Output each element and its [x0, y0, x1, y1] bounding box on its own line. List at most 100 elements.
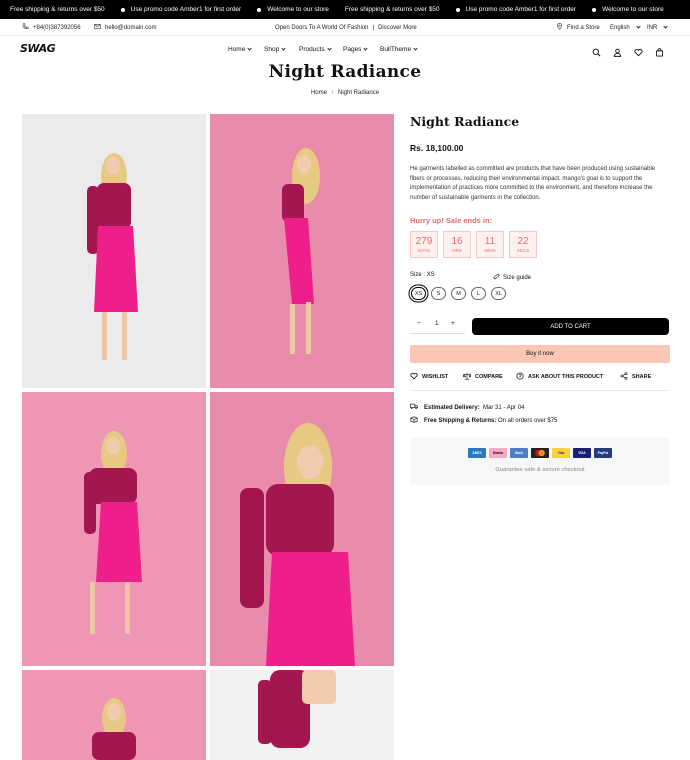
chevron-down-icon	[413, 45, 418, 51]
find-store-label: Find a Store	[567, 24, 600, 31]
page-title: Night Radiance	[268, 62, 422, 82]
heart-icon	[410, 372, 418, 382]
phone-icon	[22, 23, 29, 32]
nav-shop[interactable]: Shop	[264, 44, 286, 54]
size-option-s[interactable]: S	[431, 287, 446, 300]
nav-pages[interactable]: Pages	[343, 44, 369, 54]
product-image-2[interactable]	[210, 114, 394, 388]
ruler-icon	[493, 273, 500, 282]
promo-text: Open Doors To A World Of Fashion	[275, 24, 369, 31]
estimated-delivery: Estimated Delivery: Mar 31 - Apr 04	[410, 403, 524, 412]
qty-minus-button[interactable]: −	[417, 320, 421, 327]
language-value: English	[610, 24, 630, 31]
email-address: hello@domain.com	[105, 24, 157, 31]
discover-more-link[interactable]: Discover More	[378, 25, 417, 31]
qty-input[interactable]: 1	[435, 320, 439, 327]
account-icon[interactable]	[613, 44, 622, 57]
utility-bar: +84(0)387392056 hello@domain.com Open Do…	[0, 19, 690, 36]
chevron-down-icon	[363, 45, 369, 51]
bank-card-icon: Bank	[510, 448, 528, 458]
phone-number: +84(0)387392056	[33, 24, 81, 31]
countdown-days: 279 DAYS	[410, 231, 438, 258]
quantity-stepper: − 1 +	[410, 317, 465, 334]
chevron-down-icon	[281, 45, 286, 51]
compare-action[interactable]: COMPARE	[462, 372, 503, 382]
phone-contact[interactable]: +84(0)387392056	[22, 19, 81, 36]
product-image-5[interactable]	[22, 670, 206, 760]
ask-question-action[interactable]: ASK ABOUT THIS PRODUCT	[516, 372, 603, 382]
size-option-xl[interactable]: XL	[491, 287, 506, 300]
product-title: Night Radiance	[410, 114, 520, 129]
free-shipping-info: Free Shipping & Returns: On all orders o…	[410, 416, 557, 425]
size-label: Size : XS	[410, 272, 435, 278]
promo-strip: Open Doors To A World Of Fashion | Disco…	[275, 19, 417, 36]
amex-card-icon: AMEX	[468, 448, 486, 458]
announcement-item: Use promo code Amber1 for first order	[455, 6, 576, 13]
find-store-link[interactable]: Find a Store	[556, 19, 600, 36]
truck-icon	[410, 403, 418, 412]
announcement-item: Free shipping & returns over $50	[10, 6, 105, 13]
chevron-down-icon	[663, 24, 668, 29]
size-guide-link[interactable]: Size guide	[493, 273, 531, 282]
shipping-value: On all orders over $75	[498, 417, 558, 424]
product-image-1[interactable]	[22, 114, 206, 388]
mail-icon	[94, 23, 101, 32]
site-logo[interactable]: SWAG	[20, 42, 56, 55]
nav-home[interactable]: Home	[228, 44, 252, 54]
cart-bag-icon[interactable]	[655, 44, 664, 57]
currency-value: INR	[647, 24, 658, 31]
product-image-6[interactable]	[210, 670, 394, 760]
wishlist-action[interactable]: WISHLIST	[410, 372, 448, 382]
chevron-down-icon	[247, 45, 252, 51]
wishlist-heart-icon[interactable]	[634, 44, 643, 57]
announcement-item: Welcome to our store	[592, 6, 664, 13]
chevron-down-icon	[327, 45, 332, 51]
share-icon	[620, 372, 628, 382]
size-option-m[interactable]: M	[451, 287, 466, 300]
announcement-item: Welcome to our store	[257, 6, 329, 13]
currency-selector[interactable]: INR	[647, 19, 668, 36]
announcement-bar: Free shipping & returns over $50 Use pro…	[0, 0, 690, 19]
language-selector[interactable]: English	[610, 19, 641, 36]
product-image-4[interactable]	[210, 392, 394, 666]
visa-card-icon: VISA	[573, 448, 591, 458]
breadcrumb-home-link[interactable]: Home	[311, 90, 327, 96]
countdown-hours: 16 HRS	[443, 231, 471, 258]
mastercard-icon	[531, 448, 549, 458]
klarna-card-icon: Klarna	[489, 448, 507, 458]
divider	[410, 390, 670, 391]
search-icon[interactable]	[592, 44, 601, 57]
package-icon	[410, 416, 418, 425]
question-circle-icon	[516, 372, 524, 382]
product-description: He garments labelled as committed are pr…	[410, 166, 656, 201]
location-pin-icon	[556, 22, 563, 32]
size-option-xs[interactable]: XS	[411, 287, 426, 300]
product-price: Rs. 18,100.00	[410, 143, 464, 153]
promo-separator: |	[372, 24, 375, 31]
chevron-down-icon	[636, 24, 641, 29]
countdown-seconds: 22 SECS	[509, 231, 537, 258]
paypal-card-icon: PayPal	[594, 448, 612, 458]
secure-checkout-text: Guarantee safe & secure checkout	[495, 467, 585, 473]
shipping-label: Free Shipping & Returns:	[424, 417, 497, 424]
size-option-l[interactable]: L	[471, 287, 486, 300]
breadcrumb-current: Night Radiance	[338, 90, 380, 96]
product-image-3[interactable]	[22, 392, 206, 666]
buy-now-button[interactable]: Buy it now	[410, 345, 670, 363]
delivery-value: Mar 31 - Apr 04	[483, 404, 525, 411]
sale-countdown-heading: Hurry up! Sale ends in:	[410, 216, 493, 225]
qty-plus-button[interactable]: +	[451, 320, 455, 327]
email-contact[interactable]: hello@domain.com	[94, 19, 156, 36]
breadcrumb: Home / Night Radiance	[0, 90, 690, 96]
breadcrumb-separator: /	[331, 90, 334, 96]
announcement-item: Free shipping & returns over $50	[344, 6, 440, 13]
secure-checkout-box	[410, 437, 670, 485]
add-to-cart-button[interactable]: ADD TO CART	[472, 318, 669, 335]
visa-electron-card-icon: Visa	[552, 448, 570, 458]
nav-bulltheme[interactable]: BullTheme	[380, 44, 418, 54]
countdown-minutes: 11 MINS	[476, 231, 504, 258]
share-action[interactable]: SHARE	[620, 372, 651, 382]
delivery-label: Estimated Delivery:	[424, 404, 480, 411]
announcement-item: Use promo code Amber1 for first order	[120, 6, 241, 13]
nav-products[interactable]: Products	[299, 44, 332, 54]
